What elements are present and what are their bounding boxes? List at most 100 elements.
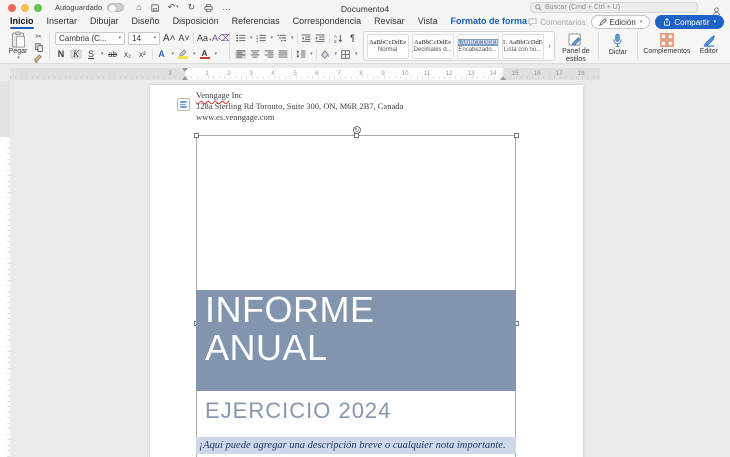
highlight-color-button[interactable]: [177, 49, 189, 59]
format-painter-icon[interactable]: [33, 54, 44, 63]
font-color-button[interactable]: A: [199, 49, 211, 60]
share-icon: [663, 18, 671, 26]
ruler-number: 10: [401, 70, 408, 77]
style-sample: AABBCCDDEE: [457, 39, 499, 46]
tab-inicio[interactable]: Inicio: [10, 16, 34, 28]
change-case-button[interactable]: Aa▾: [197, 33, 209, 43]
addins-button[interactable]: Complementos: [643, 31, 691, 56]
letterhead-company: Venngage Inc: [196, 90, 403, 101]
search-icon: [535, 4, 542, 11]
shrink-font-button[interactable]: A˅: [178, 33, 190, 43]
home-icon[interactable]: ⌂: [136, 3, 141, 12]
ruler-number: 8: [359, 70, 363, 77]
superscript-button[interactable]: x²: [137, 50, 149, 59]
share-button[interactable]: Compartir ▾: [655, 15, 724, 29]
more-commands-button[interactable]: …: [222, 3, 231, 12]
bold-button[interactable]: N: [55, 49, 67, 59]
tab-referencias[interactable]: Referencias: [232, 16, 280, 28]
tab-disposición[interactable]: Disposición: [173, 16, 219, 28]
increase-indent-button[interactable]: [315, 34, 326, 43]
shading-button[interactable]: [320, 50, 331, 59]
close-window-button[interactable]: [8, 4, 16, 12]
print-icon[interactable]: [204, 4, 213, 12]
tab-diseño[interactable]: Diseño: [132, 16, 160, 28]
comment-icon: [528, 18, 537, 26]
numbering-button[interactable]: [256, 34, 267, 43]
strikethrough-button[interactable]: ab: [107, 50, 119, 59]
report-title-line1: INFORME: [205, 291, 516, 329]
tab-insertar[interactable]: Insertar: [47, 16, 78, 28]
undo-button[interactable]: ↶▾: [168, 3, 179, 12]
text-effects-button[interactable]: A: [156, 49, 168, 59]
letterhead-website: www.es.venngage.com: [196, 112, 403, 123]
tab-vista[interactable]: Vista: [418, 16, 438, 28]
style-card-normal[interactable]: AaBbCcDdEeNormal: [367, 34, 409, 59]
vertical-ruler[interactable]: [0, 81, 10, 457]
ruler-number: 2: [227, 70, 231, 77]
tab-correspondencia[interactable]: Correspondencia: [293, 16, 362, 28]
toggle-knob: [109, 5, 116, 12]
style-sample: 1. AaBbCcDdE: [502, 39, 542, 46]
italic-button-active[interactable]: K: [70, 49, 82, 59]
report-subtitle[interactable]: EJERCICIO 2024: [205, 398, 391, 424]
autosave-toggle[interactable]: [107, 3, 124, 12]
font-size-select[interactable]: 14▾: [128, 32, 160, 45]
copy-icon[interactable]: [33, 43, 44, 52]
first-line-indent-marker[interactable]: [182, 68, 188, 72]
resize-handle-top-center[interactable]: [354, 133, 359, 138]
grow-font-button[interactable]: A˄: [163, 33, 175, 44]
letterhead[interactable]: Venngage Inc 128a Sterling Rd Toronto, S…: [196, 90, 403, 123]
subscript-button[interactable]: x₂: [122, 50, 134, 59]
object-anchor-icon[interactable]: [177, 98, 190, 111]
justify-button[interactable]: [277, 50, 288, 59]
underline-button[interactable]: S: [85, 49, 97, 59]
editing-mode-button[interactable]: Edición ▾: [591, 15, 651, 29]
report-title-banner[interactable]: INFORME ANUAL: [196, 290, 516, 391]
style-card-lista-con-n-[interactable]: 1. AaBbCcDdELista con nú...: [502, 34, 544, 59]
cut-icon[interactable]: ✂: [33, 32, 44, 41]
align-right-button[interactable]: [263, 50, 274, 59]
paste-button[interactable]: Pegar ▾: [5, 31, 31, 63]
resize-handle-top-right[interactable]: [514, 133, 519, 138]
left-indent-marker[interactable]: [182, 76, 188, 80]
style-name: Decimales d...: [414, 47, 452, 53]
selected-note-text[interactable]: ¡Aquí puede agregar una descripción brev…: [196, 437, 516, 454]
style-pane-button[interactable]: Panel de estilos: [559, 31, 593, 64]
borders-button[interactable]: [340, 50, 351, 59]
tab-dibujar[interactable]: Dibujar: [90, 16, 119, 28]
tab-revisar[interactable]: Revisar: [374, 16, 405, 28]
font-name-select[interactable]: Cambria (C...▾: [55, 32, 125, 45]
style-card-decimales-d-[interactable]: AaBbCcDdEeDecimales d...: [412, 34, 454, 59]
save-icon[interactable]: [151, 4, 159, 12]
ruler-number: 14: [489, 70, 496, 77]
svg-text:Z: Z: [334, 39, 337, 43]
horizontal-ruler[interactable]: 3 123456789101112131415161718: [10, 68, 600, 80]
right-indent-marker[interactable]: [500, 76, 506, 80]
search-input[interactable]: Buscar (Cmd + Ctrl + U): [530, 2, 698, 13]
comments-button[interactable]: Comentarios: [528, 18, 585, 27]
document-canvas[interactable]: Venngage Inc 128a Sterling Rd Toronto, S…: [0, 81, 730, 457]
align-center-button[interactable]: [249, 50, 260, 59]
more-styles-button[interactable]: ›: [547, 43, 553, 50]
redo-button[interactable]: ↻: [188, 3, 196, 12]
style-card-encabezado-[interactable]: AABBCCDDEEEncabezado...: [457, 34, 499, 59]
editing-mode-label: Edición: [610, 18, 636, 27]
decrease-indent-button[interactable]: [301, 34, 312, 43]
editor-button[interactable]: Editor: [695, 31, 723, 56]
zoom-window-button[interactable]: [34, 4, 42, 12]
bullets-button[interactable]: [235, 34, 246, 43]
document-page[interactable]: Venngage Inc 128a Sterling Rd Toronto, S…: [150, 85, 583, 457]
tab-formato-de-forma[interactable]: Formato de forma: [451, 16, 528, 28]
line-spacing-button[interactable]: [295, 50, 306, 59]
resize-handle-top-left[interactable]: [194, 133, 199, 138]
ruler-left-number: 3: [168, 70, 172, 77]
minimize-window-button[interactable]: [21, 4, 29, 12]
multilevel-list-button[interactable]: [276, 34, 287, 43]
sort-button[interactable]: AZ: [333, 34, 344, 43]
show-paragraph-marks-button[interactable]: ¶: [347, 33, 359, 43]
ruler-area: 3 123456789101112131415161718: [0, 67, 730, 81]
ruler-number: 13: [467, 70, 474, 77]
align-left-button[interactable]: [235, 50, 246, 59]
dictate-button[interactable]: Dictar: [604, 31, 632, 57]
clear-formatting-button[interactable]: A⌫: [212, 33, 224, 44]
